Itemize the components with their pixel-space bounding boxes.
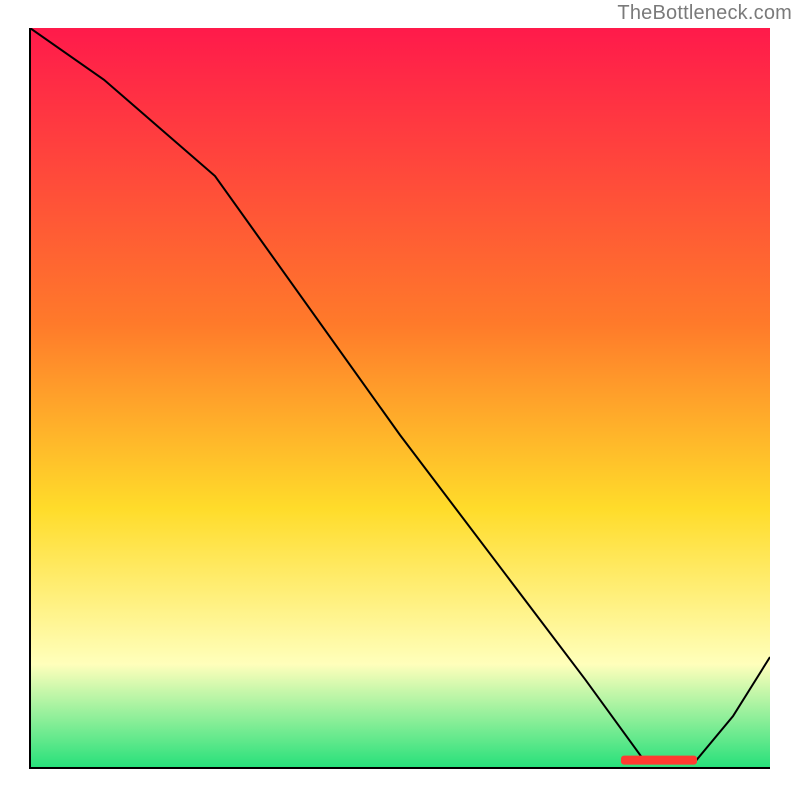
plot-background [30,28,770,768]
watermark-text: TheBottleneck.com [617,2,792,25]
min-marker [622,757,696,764]
bottleneck-chart [0,0,800,800]
chart-container: TheBottleneck.com [0,0,800,800]
